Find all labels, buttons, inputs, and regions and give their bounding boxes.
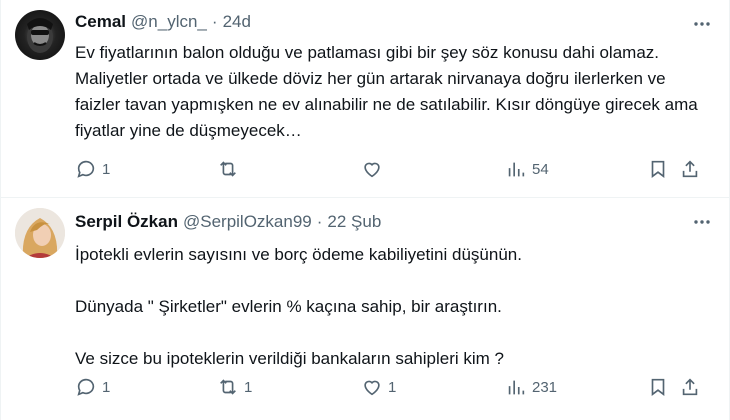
reply-icon [77,378,95,396]
retweet-button[interactable]: 1 [217,376,252,398]
avatar-blonde-woman-icon [15,208,65,258]
tweet-header: Serpil Özkan @SerpilOzkan99 · 22 Şub [75,212,381,232]
separator: · [211,12,218,31]
timestamp[interactable]: 24d [223,12,251,32]
retweet-icon [220,379,236,395]
avatar-dark-face-icon [27,18,53,53]
author-handle[interactable]: @SerpilOzkan99 [183,212,312,232]
more-icon[interactable] [690,12,714,36]
views-icon [508,380,525,395]
author-handle[interactable]: @n_ylcn_ [131,12,207,32]
separator: · [316,212,323,231]
views-icon [508,162,525,177]
like-button[interactable] [361,158,388,180]
timestamp[interactable]: 22 Şub [327,212,381,232]
like-icon [364,162,380,178]
retweet-button[interactable] [217,158,244,180]
retweet-icon [220,161,236,177]
action-bar: 1 54 [75,158,720,182]
author-name[interactable]: Cemal [75,12,126,32]
tweet-paragraph: Ev fiyatlarının balon olduğu ve patlamas… [75,43,698,140]
reply-icon [77,160,95,178]
reply-button[interactable]: 1 [75,158,110,180]
views-button[interactable]: 231 [505,376,557,398]
tweet-paragraph: Dünyada " Şirketler" evlerin % kaçına sa… [75,297,502,316]
like-icon [364,380,380,396]
bookmark-icon [651,378,665,396]
tweet[interactable]: Cemal @n_ylcn_ · 24d Ev fiyatlarının bal… [0,0,730,198]
tweet[interactable]: Serpil Özkan @SerpilOzkan99 · 22 Şub İpo… [0,198,730,420]
tweet-text: Ev fiyatlarının balon olduğu ve patlamas… [75,40,705,144]
tweet-header: Cemal @n_ylcn_ · 24d [75,12,251,32]
view-count: 231 [532,378,558,396]
bookmark-button[interactable] [647,376,669,398]
retweet-count: 1 [244,378,253,396]
action-bar: 1 1 1 231 [75,376,720,400]
reply-count: 1 [102,378,111,396]
avatar[interactable] [15,10,65,60]
view-count: 54 [532,160,549,178]
avatar[interactable] [15,208,65,258]
author-name[interactable]: Serpil Özkan [75,212,178,232]
bookmark-button[interactable] [647,158,669,180]
like-button[interactable]: 1 [361,376,396,398]
share-icon [682,378,698,396]
reply-count: 1 [102,160,111,178]
views-button[interactable]: 54 [505,158,549,180]
share-button[interactable] [679,158,701,180]
like-count: 1 [388,378,397,396]
tweet-text: İpotekli evlerin sayısını ve borç ödeme … [75,242,705,398]
share-button[interactable] [679,376,701,398]
bookmark-icon [651,160,665,178]
tweet-paragraph: Ve sizce bu ipoteklerin verildiği bankal… [75,349,504,368]
reply-button[interactable]: 1 [75,376,110,398]
tweet-paragraph: İpotekli evlerin sayısını ve borç ödeme … [75,245,522,264]
more-icon[interactable] [690,210,714,234]
share-icon [682,160,698,178]
